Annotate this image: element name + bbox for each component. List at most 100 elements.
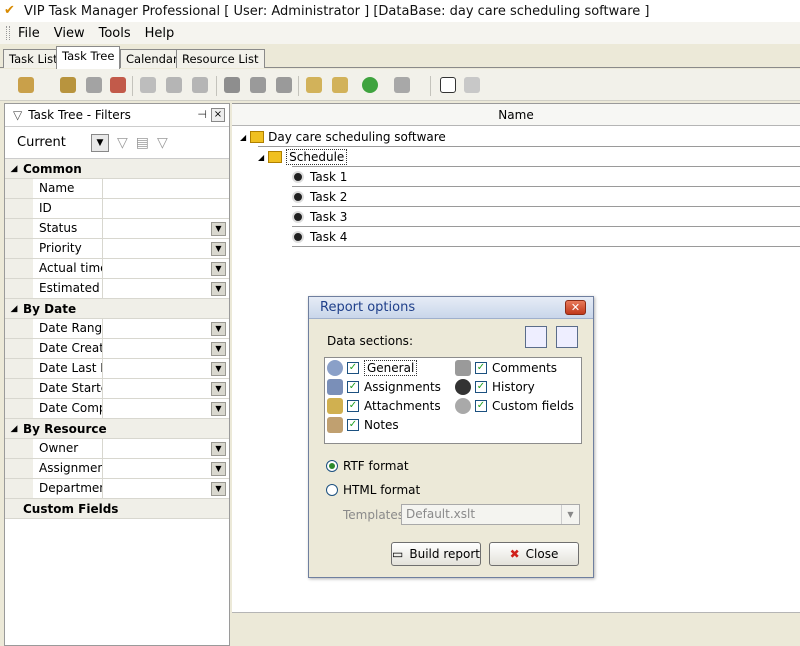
checkbox[interactable]: ✓ (347, 381, 359, 393)
checkbox[interactable]: ✓ (475, 362, 487, 374)
group-by-date[interactable]: ◢ By Date (5, 299, 229, 319)
select-all-icon[interactable] (525, 326, 547, 348)
chevron-down-icon[interactable]: ▼ (211, 322, 226, 336)
chevron-down-icon[interactable]: ▼ (211, 462, 226, 476)
checkbox[interactable]: ✓ (347, 400, 359, 412)
filter-row[interactable]: Date Range ▼ (5, 319, 229, 339)
fit-width-icon[interactable] (440, 77, 456, 93)
filter-row[interactable]: Priority ▼ (5, 239, 229, 259)
move-icon[interactable] (224, 77, 240, 93)
filter-row[interactable]: Date Comple ▼ (5, 399, 229, 419)
collapse-triangle-icon[interactable]: ◢ (240, 133, 246, 142)
add-subtask-icon[interactable] (60, 77, 76, 93)
chevron-down-icon[interactable]: ▼ (211, 222, 226, 236)
delete-task-icon[interactable] (110, 77, 126, 93)
filter-value[interactable]: ▼ (103, 339, 229, 358)
filter-row[interactable]: Actual time ▼ (5, 259, 229, 279)
filter-row[interactable]: Owner ▼ (5, 439, 229, 459)
filter-row[interactable]: Estimated Ti ▼ (5, 279, 229, 299)
group-common[interactable]: ◢ Common (5, 159, 229, 179)
edit-task-icon[interactable] (86, 77, 102, 93)
chevron-down-icon[interactable]: ▼ (211, 362, 226, 376)
rtf-format-option[interactable]: RTF format (326, 459, 409, 473)
dialog-close-button[interactable]: ✕ (565, 300, 586, 315)
filter-value[interactable]: ▼ (103, 399, 229, 418)
checkbox[interactable]: ✓ (475, 400, 487, 412)
radio-button[interactable] (326, 484, 338, 496)
menu-help[interactable]: Help (145, 26, 175, 41)
filter-value[interactable]: ▼ (103, 259, 229, 278)
filter-row[interactable]: Status ▼ (5, 219, 229, 239)
filter-row[interactable]: Date Last M ▼ (5, 359, 229, 379)
columns-icon[interactable] (464, 77, 480, 93)
section-notes[interactable]: ✓ Notes (327, 416, 399, 434)
filter-row[interactable]: Name (5, 179, 229, 199)
report-icon[interactable] (394, 77, 410, 93)
tree-node-task[interactable]: Task 1 (292, 167, 347, 187)
tab-task-tree[interactable]: Task Tree (56, 46, 121, 69)
section-comments[interactable]: ✓ Comments (455, 359, 557, 377)
filter-row[interactable]: Date Create ▼ (5, 339, 229, 359)
filter-row[interactable]: Assignment ▼ (5, 459, 229, 479)
checkbox[interactable]: ✓ (347, 419, 359, 431)
move-up-icon[interactable] (250, 77, 266, 93)
menu-view[interactable]: View (54, 26, 85, 41)
filter-value[interactable]: ▼ (103, 239, 229, 258)
filter-value[interactable]: ▼ (103, 479, 229, 498)
chevron-down-icon[interactable]: ▼ (211, 402, 226, 416)
chevron-down-icon[interactable]: ▼ (211, 382, 226, 396)
filter-value[interactable] (103, 179, 229, 198)
chevron-down-icon[interactable]: ▼ (211, 262, 226, 276)
chevron-down-icon[interactable]: ▼ (211, 242, 226, 256)
add-task-icon[interactable] (18, 77, 34, 93)
move-down-icon[interactable] (276, 77, 292, 93)
filter-value[interactable]: ▼ (103, 319, 229, 338)
templates-select[interactable]: Default.xslt ▼ (401, 504, 580, 525)
group-by-resource[interactable]: ◢ By Resource (5, 419, 229, 439)
chevron-down-icon[interactable]: ▼ (211, 442, 226, 456)
section-assignments[interactable]: ✓ Assignments (327, 378, 441, 396)
section-history[interactable]: ✓ History (455, 378, 535, 396)
filter-row[interactable]: Department ▼ (5, 479, 229, 499)
filter-value[interactable]: ▼ (103, 359, 229, 378)
chevron-down-icon[interactable]: ▼ (211, 282, 226, 296)
expand-icon[interactable] (306, 77, 322, 93)
filter-value[interactable]: ▼ (103, 439, 229, 458)
filter-value[interactable] (103, 199, 229, 218)
checkbox[interactable]: ✓ (475, 381, 487, 393)
filter-value[interactable]: ▼ (103, 459, 229, 478)
chevron-down-icon[interactable]: ▼ (211, 342, 226, 356)
column-header-name[interactable]: Name (232, 104, 800, 126)
checkbox[interactable]: ✓ (347, 362, 359, 374)
save-filter-icon[interactable]: ▤ (136, 135, 149, 151)
tree-node-task[interactable]: Task 3 (292, 207, 347, 227)
tab-task-list[interactable]: Task List (3, 49, 64, 68)
tree-node-root[interactable]: ◢ Day care scheduling software (240, 127, 446, 147)
collapse-triangle-icon[interactable]: ◢ (5, 304, 23, 314)
collapse-triangle-icon[interactable]: ◢ (5, 164, 23, 174)
horizontal-scrollbar[interactable] (232, 612, 800, 646)
build-report-button[interactable]: ▭ Build report (391, 542, 481, 566)
collapse-triangle-icon[interactable]: ◢ (5, 424, 23, 434)
close-button[interactable]: ✖ Close (489, 542, 579, 566)
section-attachments[interactable]: ✓ Attachments (327, 397, 441, 415)
apply-filter-icon[interactable]: ▽ (117, 135, 128, 151)
chevron-down-icon[interactable]: ▼ (561, 505, 579, 524)
filter-value[interactable]: ▼ (103, 279, 229, 298)
filter-row[interactable]: ID (5, 199, 229, 219)
html-format-option[interactable]: HTML format (326, 483, 420, 497)
paste-icon[interactable] (192, 77, 208, 93)
close-icon[interactable]: × (211, 108, 225, 122)
group-custom-fields[interactable]: Custom Fields (5, 499, 229, 519)
collapse-icon[interactable] (332, 77, 348, 93)
pin-icon[interactable]: ⊣ (197, 108, 207, 121)
menu-file[interactable]: File (18, 26, 40, 41)
deselect-all-icon[interactable] (556, 326, 578, 348)
tree-node-task[interactable]: Task 4 (292, 227, 347, 247)
filter-value[interactable]: ▼ (103, 219, 229, 238)
chevron-down-icon[interactable]: ▼ (211, 482, 226, 496)
menu-tools[interactable]: Tools (99, 26, 131, 41)
current-filter[interactable]: Current (17, 135, 91, 150)
section-custom-fields[interactable]: ✓ Custom fields (455, 397, 574, 415)
radio-button[interactable] (326, 460, 338, 472)
